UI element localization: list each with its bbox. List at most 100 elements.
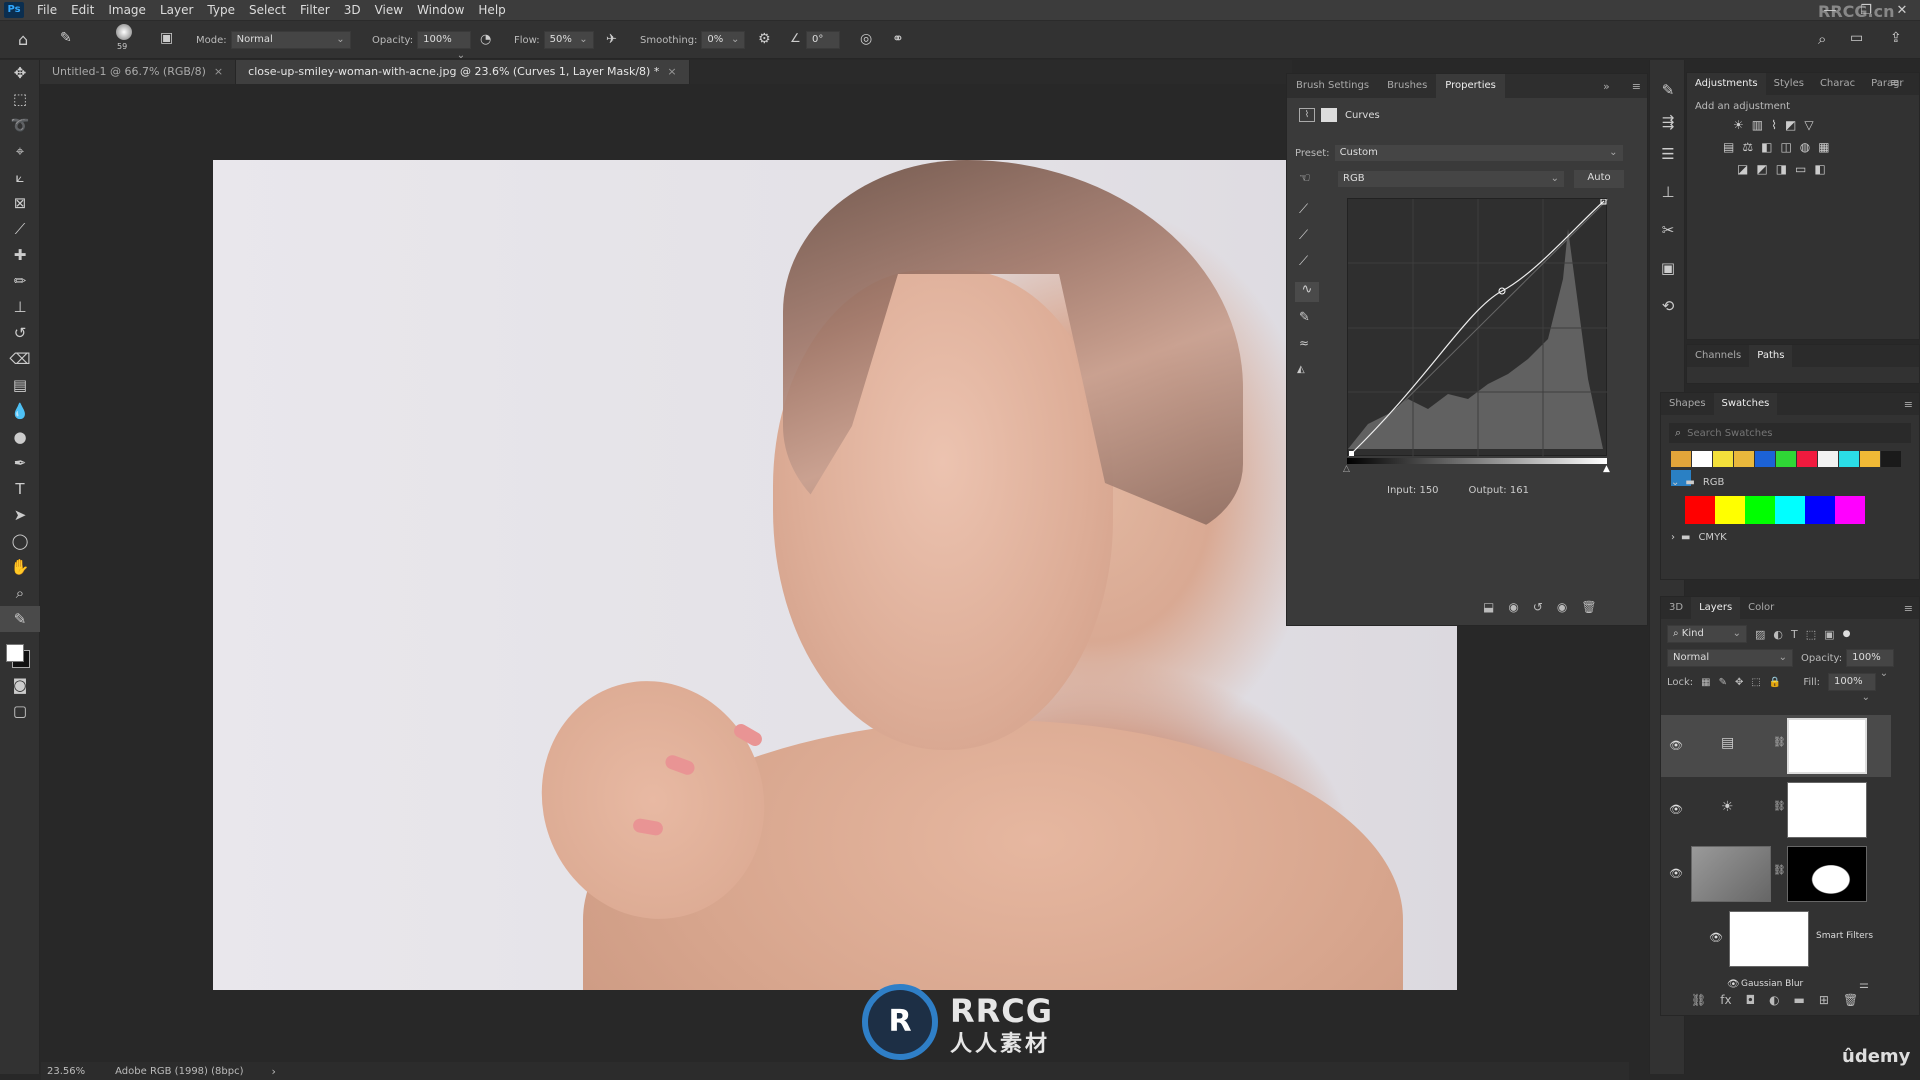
color-balance-icon[interactable]: ⚖ bbox=[1742, 140, 1753, 154]
tab-paths[interactable]: Paths bbox=[1749, 345, 1793, 367]
layer-mask-thumbnail[interactable] bbox=[1787, 718, 1867, 774]
curves-graph[interactable] bbox=[1347, 198, 1609, 458]
swatches-menu-icon[interactable]: ≡ bbox=[1904, 398, 1913, 411]
smoothing-field[interactable]: 0% bbox=[701, 31, 746, 49]
mode-select[interactable]: Normal bbox=[230, 31, 351, 49]
color-swatch[interactable] bbox=[1775, 496, 1805, 524]
brush-settings-icon[interactable]: ✎ bbox=[1650, 74, 1686, 106]
reset-icon[interactable]: ↺ bbox=[1533, 600, 1543, 614]
tab-untitled-1[interactable]: Untitled-1 @ 66.7% (RGB/8) × bbox=[40, 60, 237, 84]
pressure-opacity-icon[interactable]: ◔ bbox=[480, 32, 491, 47]
menu-help[interactable]: Help bbox=[471, 0, 512, 21]
angle-field[interactable]: 0° bbox=[806, 31, 840, 49]
layer-mask-thumbnail[interactable] bbox=[1787, 846, 1867, 902]
filter-pixel-icon[interactable]: ▨ bbox=[1755, 628, 1765, 641]
menu-edit[interactable]: Edit bbox=[64, 0, 101, 21]
ellipse-tool-icon[interactable]: ◯ bbox=[0, 528, 40, 554]
menu-filter[interactable]: Filter bbox=[293, 0, 337, 21]
color-swatch[interactable] bbox=[1715, 496, 1745, 524]
color-swatches[interactable] bbox=[0, 632, 39, 672]
pencil-curve-icon[interactable]: ✎ bbox=[1299, 310, 1310, 325]
tab-adjustments[interactable]: Adjustments bbox=[1687, 73, 1766, 95]
opacity-field[interactable]: 100% bbox=[417, 31, 472, 49]
smooth-curve-icon[interactable]: ≈ bbox=[1299, 336, 1309, 350]
filter-options-icon[interactable]: ⚌ bbox=[1859, 978, 1869, 991]
color-swatch[interactable] bbox=[1839, 451, 1859, 467]
link-layers-icon[interactable]: ⛓ bbox=[1691, 993, 1706, 1007]
active-brush-tool-icon[interactable]: ✎ bbox=[0, 606, 40, 632]
layer-mask-icon[interactable] bbox=[1321, 108, 1337, 122]
layer-row-smart-filters[interactable]: 👁 Smart Filters bbox=[1661, 907, 1891, 975]
chevron-right-icon[interactable]: › bbox=[1671, 532, 1675, 543]
filter-type-icon[interactable]: T bbox=[1791, 628, 1798, 641]
delete-icon[interactable]: 🗑 bbox=[1581, 600, 1596, 614]
blend-mode-select[interactable]: Normal bbox=[1667, 649, 1793, 667]
tab-brushes[interactable]: Brushes bbox=[1378, 74, 1436, 98]
black-point-eyedropper-icon[interactable]: ⟋ bbox=[1299, 202, 1308, 217]
menu-layer[interactable]: Layer bbox=[153, 0, 200, 21]
path-select-tool-icon[interactable]: ➤ bbox=[0, 502, 40, 528]
history-icon[interactable]: ⟲ bbox=[1650, 290, 1686, 322]
share-icon[interactable]: ⇪ bbox=[1890, 30, 1902, 46]
exposure-icon[interactable]: ◩ bbox=[1785, 118, 1796, 132]
minimize-button[interactable]: — bbox=[1812, 0, 1848, 21]
eye-icon[interactable]: 👁 bbox=[1669, 803, 1683, 816]
gray-point-eyedropper-icon[interactable]: ⟋ bbox=[1299, 228, 1308, 243]
eyedropper-tool-icon[interactable]: ⟋ bbox=[0, 216, 40, 242]
eye-icon[interactable]: 👁 bbox=[1669, 739, 1683, 752]
tool-presets-icon[interactable]: ✂ bbox=[1650, 214, 1686, 246]
new-layer-icon[interactable]: ⊞ bbox=[1819, 993, 1829, 1007]
color-lookup-icon[interactable]: ▦ bbox=[1818, 140, 1829, 154]
lasso-tool-icon[interactable]: ➰ bbox=[0, 112, 40, 138]
quick-mask-icon[interactable]: ◙ bbox=[0, 672, 40, 698]
menu-type[interactable]: Type bbox=[200, 0, 242, 21]
zoom-level[interactable]: 23.56% bbox=[47, 1066, 85, 1077]
layer-row-smart-object[interactable]: 👁 ⛓ bbox=[1661, 843, 1891, 905]
menu-image[interactable]: Image bbox=[101, 0, 153, 21]
search-icon[interactable]: ⌕ bbox=[1818, 30, 1826, 48]
smart-filter-mask-thumbnail[interactable] bbox=[1729, 911, 1809, 967]
frame-tool-icon[interactable]: ⊠ bbox=[0, 190, 40, 216]
brush-tool-icon[interactable]: ✎ bbox=[60, 30, 72, 46]
filter-adjustment-icon[interactable]: ◐ bbox=[1773, 628, 1783, 641]
crop-tool-icon[interactable]: ⟀ bbox=[0, 164, 40, 190]
close-tab-icon[interactable]: × bbox=[214, 65, 223, 78]
swatch-group-rgb[interactable]: RGB bbox=[1703, 477, 1725, 488]
type-tool-icon[interactable]: T bbox=[0, 476, 40, 502]
tab-character[interactable]: Charac bbox=[1812, 73, 1863, 95]
layer-mask-thumbnail[interactable] bbox=[1787, 782, 1867, 838]
pressure-size-icon[interactable]: ◎ bbox=[860, 31, 872, 47]
search-swatches-input[interactable] bbox=[1687, 427, 1868, 439]
filter-toggle-icon[interactable]: ● bbox=[1843, 629, 1851, 639]
close-window-button[interactable]: ✕ bbox=[1884, 0, 1920, 21]
foreground-color-swatch[interactable] bbox=[6, 644, 24, 662]
menu-3d[interactable]: 3D bbox=[337, 0, 368, 21]
screen-mode-icon[interactable]: ▢ bbox=[0, 698, 40, 724]
gradient-map-icon[interactable]: ▭ bbox=[1795, 162, 1806, 176]
color-swatch[interactable] bbox=[1734, 451, 1754, 467]
color-swatch[interactable] bbox=[1881, 451, 1901, 467]
hue-sat-icon[interactable]: ▤ bbox=[1723, 140, 1734, 154]
chevron-down-icon[interactable]: ⌄ bbox=[1671, 477, 1679, 488]
selective-color-icon[interactable]: ◧ bbox=[1814, 162, 1825, 176]
menu-window[interactable]: Window bbox=[410, 0, 471, 21]
marquee-tool-icon[interactable]: ⬚ bbox=[0, 86, 40, 112]
swatch-group-cmyk[interactable]: CMYK bbox=[1698, 532, 1726, 543]
flow-field[interactable]: 50% bbox=[543, 31, 594, 49]
tab-close-up-smiley-woman[interactable]: close-up-smiley-woman-with-acne.jpg @ 23… bbox=[236, 60, 690, 84]
color-swatch[interactable] bbox=[1860, 451, 1880, 467]
hand-tool-icon[interactable]: ✋ bbox=[0, 554, 40, 580]
new-adjustment-icon[interactable]: ◐ bbox=[1769, 993, 1779, 1007]
color-swatch[interactable] bbox=[1755, 451, 1775, 467]
quick-select-tool-icon[interactable]: ⌖ bbox=[0, 138, 40, 164]
color-swatch[interactable] bbox=[1805, 496, 1835, 524]
white-input-slider-icon[interactable]: ▲ bbox=[1603, 464, 1610, 474]
posterize-icon[interactable]: ◩ bbox=[1756, 162, 1767, 176]
add-mask-icon[interactable]: ◘ bbox=[1746, 993, 1756, 1007]
collapse-panel-icon[interactable]: » bbox=[1603, 80, 1610, 93]
channel-select[interactable]: RGB bbox=[1337, 170, 1565, 188]
close-tab-icon[interactable]: × bbox=[667, 65, 676, 78]
fx-icon[interactable]: fx bbox=[1720, 993, 1731, 1007]
color-swatch[interactable] bbox=[1745, 496, 1775, 524]
color-swatch[interactable] bbox=[1776, 451, 1796, 467]
